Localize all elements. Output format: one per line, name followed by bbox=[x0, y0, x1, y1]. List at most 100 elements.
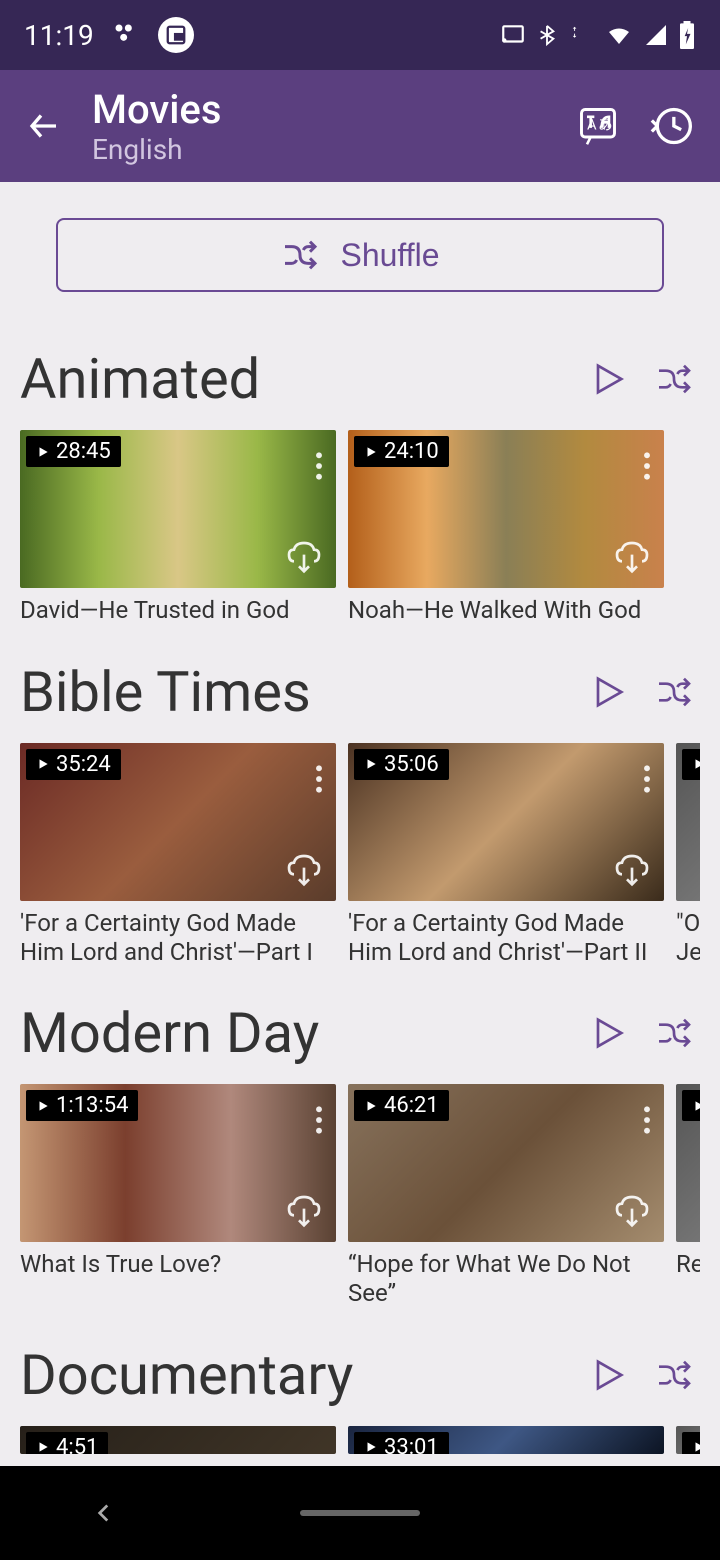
section-play-button[interactable] bbox=[582, 666, 634, 718]
video-thumbnail[interactable]: 35:06 bbox=[348, 743, 664, 901]
video-thumbnail[interactable]: 33:01 bbox=[348, 1426, 664, 1454]
download-button[interactable] bbox=[612, 538, 652, 578]
video-card[interactable]: 35:06 'For a Certainty God Made Him Lord … bbox=[348, 743, 664, 967]
section: Animated 28:45 David—He Trusted in God 24:1… bbox=[0, 346, 720, 625]
duration-text: 46:21 bbox=[384, 1093, 439, 1118]
section-play-button[interactable] bbox=[582, 1007, 634, 1059]
nav-back[interactable] bbox=[91, 1500, 117, 1526]
more-options-button[interactable] bbox=[314, 1104, 324, 1136]
section-header: Bible Times bbox=[20, 659, 700, 725]
system-nav-bar bbox=[0, 1466, 720, 1560]
download-button[interactable] bbox=[284, 851, 324, 891]
card-row[interactable]: 4:51 33:01 29 bbox=[20, 1426, 700, 1454]
wifi-data-icon bbox=[568, 24, 594, 46]
card-row[interactable]: 1:13:54What Is True Love? 46:21 “Hope for … bbox=[20, 1084, 700, 1308]
duration-text: 28:45 bbox=[56, 439, 111, 464]
section-shuffle-button[interactable] bbox=[648, 1007, 700, 1059]
video-title: "O Jeh bbox=[676, 909, 700, 967]
more-options-button[interactable] bbox=[642, 763, 652, 795]
video-thumbnail[interactable]: 28:45 bbox=[20, 430, 336, 588]
battery-charging-icon bbox=[678, 21, 696, 49]
download-button[interactable] bbox=[612, 1192, 652, 1232]
video-card[interactable]: 4:51 bbox=[20, 1426, 336, 1454]
duration-badge: 35:24 bbox=[26, 749, 121, 780]
section: Documentary4:5133:0129 bbox=[0, 1342, 720, 1454]
duration-badge: 1:13:54 bbox=[26, 1090, 138, 1121]
picture-in-picture-icon bbox=[158, 17, 194, 53]
download-button[interactable] bbox=[284, 1192, 324, 1232]
video-thumbnail[interactable]: 24:10 bbox=[348, 430, 664, 588]
video-card[interactable]: 33:01 bbox=[348, 1426, 664, 1454]
section-play-button[interactable] bbox=[582, 353, 634, 405]
play-mini-icon bbox=[36, 445, 50, 459]
section-shuffle-button[interactable] bbox=[648, 666, 700, 718]
card-row[interactable]: 35:24 'For a Certainty God Made Him Lord … bbox=[20, 743, 700, 967]
video-title: David—He Trusted in God bbox=[20, 596, 336, 625]
nav-home[interactable] bbox=[300, 1510, 420, 1516]
duration-text: 35:06 bbox=[384, 752, 439, 777]
duration-badge: 28:45 bbox=[26, 436, 121, 467]
duration-badge: 29 bbox=[682, 1432, 700, 1454]
shuffle-container: Shuffle bbox=[0, 182, 720, 312]
video-title: Noah—He Walked With God bbox=[348, 596, 664, 625]
section-title: Bible Times bbox=[20, 659, 568, 725]
status-time: 11:19 bbox=[24, 19, 94, 52]
shuffle-button[interactable]: Shuffle bbox=[56, 218, 664, 292]
video-thumbnail[interactable]: 35:24 bbox=[20, 743, 336, 901]
duration-badge: 4:51 bbox=[26, 1432, 108, 1454]
language-button[interactable]: Áあ bbox=[570, 98, 626, 154]
video-card[interactable]: 24:10 Noah—He Walked With God bbox=[348, 430, 664, 625]
section-shuffle-button[interactable] bbox=[648, 353, 700, 405]
video-title: 'For a Certainty God Made Him Lord and C… bbox=[348, 909, 664, 967]
download-button[interactable] bbox=[284, 538, 324, 578]
back-button[interactable] bbox=[20, 102, 68, 150]
section-header: Animated bbox=[20, 346, 700, 412]
duration-badge: 51 bbox=[682, 749, 700, 780]
bluetooth-icon bbox=[536, 22, 558, 48]
history-button[interactable] bbox=[644, 98, 700, 154]
status-bar: 11:19 bbox=[0, 0, 720, 70]
play-mini-icon bbox=[36, 1440, 50, 1454]
notification-dots-icon bbox=[112, 21, 140, 49]
video-title: “Hope for What We Do Not See” bbox=[348, 1250, 664, 1308]
cast-icon bbox=[500, 22, 526, 48]
duration-text: 35:24 bbox=[56, 752, 111, 777]
play-mini-icon bbox=[364, 1099, 378, 1113]
section-play-button[interactable] bbox=[582, 1349, 634, 1401]
card-row[interactable]: 28:45 David—He Trusted in God 24:10 Noah—He… bbox=[20, 430, 700, 625]
more-options-button[interactable] bbox=[642, 450, 652, 482]
video-card[interactable]: 35:24 'For a Certainty God Made Him Lord … bbox=[20, 743, 336, 967]
more-options-button[interactable] bbox=[314, 763, 324, 795]
video-thumbnail[interactable]: 46:21 bbox=[348, 1084, 664, 1242]
more-options-button[interactable] bbox=[314, 450, 324, 482]
play-mini-icon bbox=[364, 757, 378, 771]
video-thumbnail[interactable]: 4:51 bbox=[20, 1426, 336, 1454]
play-mini-icon bbox=[36, 757, 50, 771]
video-card[interactable]: 29 bbox=[676, 1426, 700, 1454]
duration-badge: 35:06 bbox=[354, 749, 449, 780]
title-block: Movies English bbox=[92, 86, 552, 166]
video-thumbnail[interactable]: 51 bbox=[676, 743, 700, 901]
duration-text: 33:01 bbox=[384, 1435, 439, 1454]
duration-badge: 24:10 bbox=[354, 436, 449, 467]
video-card[interactable]: 30Reme bbox=[676, 1084, 700, 1308]
section: Modern Day1:13:54What Is True Love?46:21… bbox=[0, 1000, 720, 1308]
video-thumbnail[interactable]: 30 bbox=[676, 1084, 700, 1242]
video-card[interactable]: 51 "O Jeh bbox=[676, 743, 700, 967]
video-thumbnail[interactable]: 29 bbox=[676, 1426, 700, 1454]
video-title: 'For a Certainty God Made Him Lord and C… bbox=[20, 909, 336, 967]
video-card[interactable]: 28:45 David—He Trusted in God bbox=[20, 430, 336, 625]
video-card[interactable]: 1:13:54What Is True Love? bbox=[20, 1084, 336, 1308]
more-options-button[interactable] bbox=[642, 1104, 652, 1136]
shuffle-label: Shuffle bbox=[340, 237, 439, 274]
play-mini-icon bbox=[692, 1099, 700, 1113]
section-shuffle-button[interactable] bbox=[648, 1349, 700, 1401]
section-title: Animated bbox=[20, 346, 568, 412]
video-thumbnail[interactable]: 1:13:54 bbox=[20, 1084, 336, 1242]
wifi-icon bbox=[604, 23, 634, 47]
section: Bible Times 35:24 'For a Certainty God Mad… bbox=[0, 659, 720, 967]
video-card[interactable]: 46:21 “Hope for What We Do Not See” bbox=[348, 1084, 664, 1308]
download-button[interactable] bbox=[612, 851, 652, 891]
status-right bbox=[500, 21, 696, 49]
play-mini-icon bbox=[692, 1440, 700, 1454]
